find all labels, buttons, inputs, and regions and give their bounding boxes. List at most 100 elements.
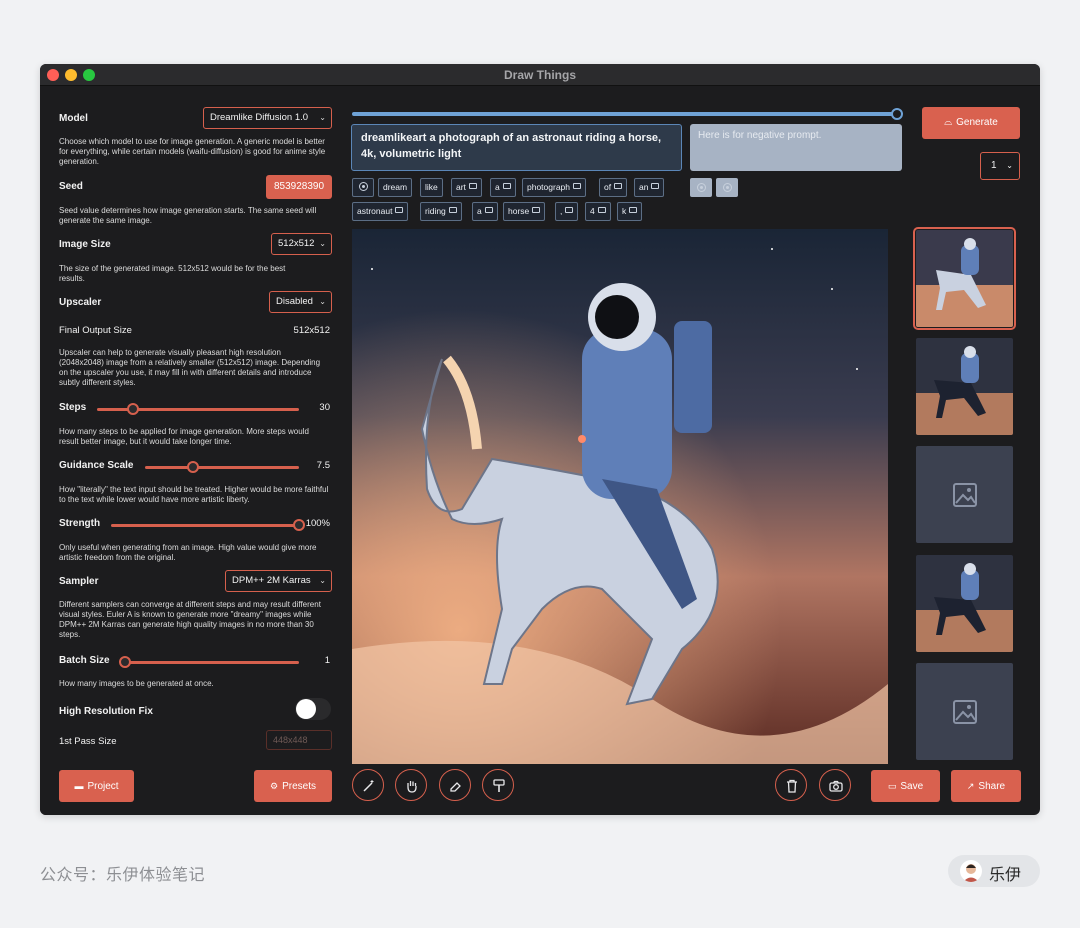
model-label: Model [59,113,88,124]
upscaler-description: Upscaler can help to generate visually p… [59,348,321,387]
share-button[interactable]: ↗ Share [951,770,1021,802]
remove-token-icon[interactable] [484,207,493,213]
guidance-slider-track[interactable] [145,466,299,469]
chevron-down-icon: ⌄ [319,576,326,585]
token-chip[interactable]: astronaut [352,202,409,221]
upscaler-value: Disabled [276,296,313,307]
final-output-value: 512x512 [293,325,330,336]
empty-thumbnail[interactable] [916,663,1013,760]
first-pass-dropdown[interactable]: 448x448 [266,730,332,750]
paint-roller-icon [493,779,505,792]
token-chip[interactable]: art [451,178,482,197]
seed-input[interactable]: 853928390 [266,175,332,199]
remove-token-icon[interactable] [597,207,606,213]
camera-button[interactable] [819,769,851,801]
author-name: 乐伊 [989,867,1022,884]
generation-progress-track[interactable] [352,112,897,116]
magic-wand-button[interactable] [352,769,384,801]
negative-mode-button[interactable] [716,178,738,197]
remove-token-icon[interactable] [629,207,638,213]
steps-description: How many steps to be applied for image g… [59,427,309,446]
delete-button[interactable] [775,769,807,801]
project-button[interactable]: ▬ Project [59,770,134,802]
save-label: Save [900,781,924,792]
negative-weight-button[interactable] [690,178,712,197]
paint-roller-button[interactable] [482,769,514,801]
generation-progress-handle[interactable] [891,108,903,120]
token-text: art [456,182,466,192]
remove-token-icon[interactable] [614,183,623,189]
guidance-description: How "literally" the text input should be… [59,485,329,504]
token-chip[interactable]: riding [420,202,462,221]
empty-thumbnail[interactable] [916,446,1013,543]
token-chip[interactable]: a [472,202,498,221]
token-chip[interactable]: of [599,178,628,197]
eraser-button[interactable] [439,769,471,801]
guidance-value: 7.5 [316,460,330,471]
hires-fix-toggle[interactable] [295,698,331,720]
token-chip[interactable]: dream [378,178,413,197]
model-dropdown[interactable]: Dreamlike Diffusion 1.0 ⌄ [203,107,332,129]
remove-token-icon[interactable] [395,207,404,213]
token-weight-button[interactable] [352,178,374,197]
upscaler-label: Upscaler [59,297,102,308]
wechat-account-text: 公众号：乐伊体验笔记 [40,867,206,884]
batch-size-label: Batch Size [59,655,110,666]
token-text: an [639,182,649,192]
guidance-slider-handle[interactable] [186,461,199,473]
strength-slider-track[interactable] [111,524,299,527]
generate-button[interactable]: ⌓ Generate [922,107,1020,139]
toggle-knob [296,699,316,719]
negative-prompt-input[interactable]: Here is for negative prompt. [690,124,902,171]
strength-slider-handle[interactable] [293,519,305,531]
history-thumbnail[interactable] [916,555,1013,652]
image-placeholder-icon [953,700,977,724]
camera-icon [829,780,843,792]
steps-slider-handle[interactable] [127,403,140,415]
remove-token-icon[interactable] [565,207,574,213]
eraser-icon [450,782,461,792]
sampler-dropdown[interactable]: DPM++ 2M Karras ⌄ [225,570,332,592]
batch-size-slider-track[interactable] [125,661,299,664]
upscaler-dropdown[interactable]: Disabled ⌄ [269,291,332,313]
image-size-dropdown[interactable]: 512x512 ⌄ [271,233,332,255]
guidance-label: Guidance Scale [59,460,134,471]
token-chip[interactable]: horse [503,202,546,221]
remove-token-icon[interactable] [468,183,477,189]
hires-fix-label: High Resolution Fix [59,706,153,717]
prompt-input[interactable]: dreamlikeart a photograph of an astronau… [351,124,682,171]
token-chip[interactable]: a [490,178,516,197]
token-text: like [425,182,438,192]
remove-token-icon[interactable] [651,183,660,189]
batch-size-value: 1 [324,655,330,666]
token-text: astronaut [357,206,393,216]
remove-token-icon[interactable] [532,207,541,213]
token-chip[interactable]: photograph [522,178,587,197]
hand-tool-button[interactable] [395,769,427,801]
remove-token-icon[interactable] [448,207,457,213]
author-badge: 乐伊 [948,855,1040,887]
token-chip[interactable]: an [634,178,665,197]
token-text: 4 [590,206,595,216]
steps-value: 30 [319,402,330,413]
token-text: dream [383,182,408,192]
remove-token-icon[interactable] [502,183,511,189]
token-chip[interactable]: like [420,178,443,197]
sampler-label: Sampler [59,576,99,587]
token-chip[interactable]: , [555,202,579,221]
generated-image-canvas[interactable] [352,229,888,764]
final-output-label: Final Output Size [59,325,132,336]
remove-token-icon[interactable] [573,183,582,189]
avatar [960,860,982,882]
circle-dot-icon [358,182,368,191]
history-thumbnail[interactable] [916,338,1013,435]
save-button[interactable]: ▭ Save [871,770,940,802]
generate-label: Generate [956,117,998,128]
image-count-dropdown[interactable]: 1 ⌄ [980,152,1020,180]
token-chip[interactable]: 4 [585,202,611,221]
presets-button[interactable]: ⚙ Presets [254,770,332,802]
batch-size-slider-handle[interactable] [119,656,131,668]
chevron-down-icon: ⌄ [319,113,326,122]
token-chip[interactable]: k [617,202,643,221]
history-thumbnail[interactable] [913,227,1016,330]
